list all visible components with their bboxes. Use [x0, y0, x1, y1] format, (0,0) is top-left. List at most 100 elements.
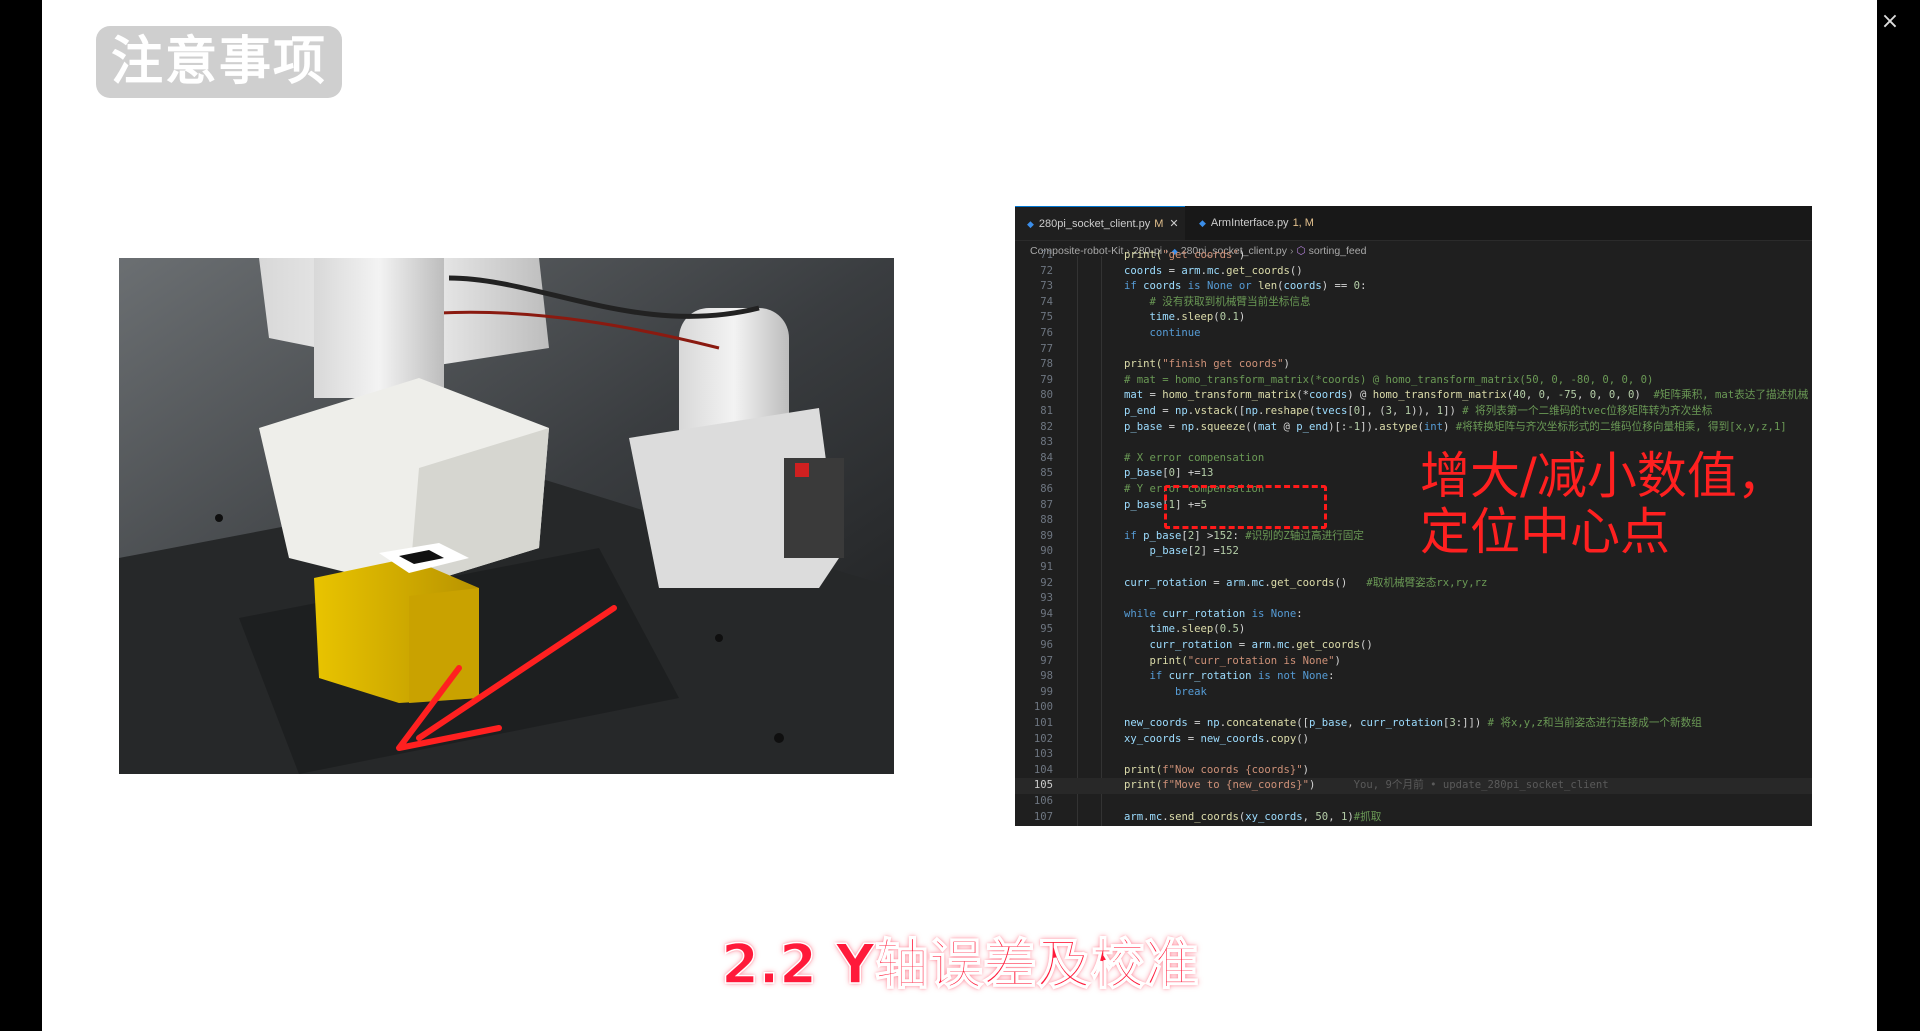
- line-number: 88: [1040, 514, 1053, 527]
- code-line[interactable]: 106: [1015, 794, 1812, 810]
- code-line[interactable]: 100: [1015, 700, 1812, 716]
- code-token: ): [1634, 389, 1654, 402]
- code-line[interactable]: 72 coords = arm.mc.get_coords(): [1015, 264, 1812, 280]
- code-token: while: [1124, 607, 1163, 620]
- code-token: p_end: [1296, 420, 1329, 433]
- line-number: 91: [1040, 561, 1053, 573]
- code-token: print(: [1149, 654, 1188, 667]
- code-line[interactable]: 102 xy_coords = new_coords.copy(): [1015, 732, 1812, 748]
- code-line[interactable]: 77: [1015, 342, 1812, 358]
- code-line[interactable]: 76 continue: [1015, 326, 1812, 342]
- code-line[interactable]: 105 print(f"Move to {new_coords}") You, 9…: [1015, 778, 1812, 794]
- code-line[interactable]: 104 print(f"Now coords {coords}"): [1015, 763, 1812, 779]
- code-line[interactable]: 97 print("curr_rotation is None"): [1015, 654, 1812, 670]
- code-line[interactable]: 73 if coords is None or len(coords) == 0:: [1015, 279, 1812, 295]
- code-text: time.sleep(0.5): [1150, 622, 1246, 638]
- code-line[interactable]: 81 p_end = np.vstack([np.reshape(tvecs[0]…: [1015, 404, 1812, 420]
- code-token: (): [1360, 639, 1373, 651]
- code-text: if p_base[2] >152: #识别的Z轴过高进行固定: [1124, 529, 1364, 545]
- line-number: 107: [1033, 810, 1053, 823]
- tab-280pi-socket-client[interactable]: ◆ 280pi_socket_client.py M ✕: [1015, 206, 1185, 240]
- code-text: print("get coords"): [1124, 248, 1245, 264]
- code-token: print(: [1124, 779, 1163, 792]
- code-token: "curr_rotation is None": [1187, 654, 1335, 667]
- robot-arm-photo: [119, 258, 894, 774]
- code-line[interactable]: 94 while curr_rotation is None:: [1015, 607, 1812, 623]
- line-number: 73: [1040, 280, 1053, 293]
- code-token: curr_rotation: [1162, 607, 1246, 620]
- code-token: ,: [1576, 389, 1590, 402]
- code-token: ,: [1525, 389, 1539, 402]
- code-line[interactable]: 95 time.sleep(0.5): [1015, 622, 1812, 638]
- annotation-line: 定位中心点: [1420, 503, 1670, 561]
- code-token: print(: [1124, 763, 1163, 776]
- code-token: coords: [1283, 280, 1322, 293]
- code-token: :: [1296, 607, 1303, 620]
- code-token: mc: [1149, 810, 1163, 823]
- code-token: =: [1143, 389, 1163, 402]
- code-token: tvecs: [1315, 405, 1348, 417]
- code-line[interactable]: 99 break: [1015, 685, 1812, 701]
- tab-label: 280pi_socket_client.py: [1038, 218, 1151, 230]
- code-text: print("finish get coords"): [1124, 357, 1290, 373]
- code-token: #取机械臂姿态rx,ry,rz: [1366, 576, 1488, 589]
- code-token: ,: [1596, 389, 1609, 402]
- code-text: # mat = homo_transform_matrix(*coords) @…: [1124, 373, 1653, 389]
- code-line[interactable]: 80 mat = homo_transform_matrix(*coords) @…: [1015, 388, 1812, 404]
- code-token: # 将列表第一个二维码的tvec位移矩阵转为齐次坐标: [1462, 405, 1713, 417]
- code-text: xy_coords = new_coords.copy(): [1124, 732, 1309, 748]
- code-token: p_base: [1143, 529, 1182, 542]
- line-number: 104: [1033, 763, 1053, 776]
- code-line[interactable]: 75 time.sleep(0.1): [1015, 310, 1812, 326]
- line-number: 90: [1040, 545, 1053, 558]
- code-text: p_base[2] =152: [1150, 544, 1239, 560]
- code-line[interactable]: 98 if curr_rotation is not None:: [1015, 669, 1812, 685]
- code-text: new_coords = np.concatenate([p_base, cur…: [1124, 716, 1702, 732]
- code-line[interactable]: 79 # mat = homo_transform_matrix(*coords)…: [1015, 373, 1812, 389]
- code-text: curr_rotation = arm.mc.get_coords(): [1150, 638, 1373, 654]
- python-file-icon: ◆: [1027, 219, 1034, 229]
- code-line[interactable]: 91: [1015, 560, 1812, 576]
- line-number: 100: [1033, 701, 1053, 714]
- code-line[interactable]: 96 curr_rotation = arm.mc.get_coords(): [1015, 638, 1812, 654]
- tab-arminterface[interactable]: ◆ ArmInterface.py 1, M: [1187, 206, 1317, 240]
- code-line[interactable]: 103: [1015, 747, 1812, 763]
- code-token: ,: [1615, 389, 1629, 402]
- code-line[interactable]: 82 p_base = np.squeeze((mat @ p_end)[:-1]…: [1015, 420, 1812, 436]
- code-token: # 将x,y,z和当前姿态进行连接成一个新数组: [1487, 717, 1702, 729]
- code-line[interactable]: 74 # 没有获取到机械臂当前坐标信息: [1015, 295, 1812, 311]
- code-token: vstack: [1194, 405, 1233, 417]
- code-line[interactable]: 78 print("finish get coords"): [1015, 357, 1812, 373]
- line-number: 89: [1040, 529, 1053, 542]
- code-token: curr_rotation: [1124, 576, 1207, 589]
- annotation-line: 增大/减小数值，: [1420, 447, 1787, 505]
- code-token: get_coords: [1270, 576, 1335, 589]
- line-number: 101: [1033, 717, 1053, 729]
- code-text: curr_rotation = arm.mc.get_coords() #取机械…: [1124, 576, 1487, 592]
- code-line[interactable]: 101 new_coords = np.concatenate([p_base, …: [1015, 716, 1812, 732]
- code-line[interactable]: 93: [1015, 591, 1812, 607]
- line-number: 80: [1040, 389, 1053, 402]
- code-token: -1: [1347, 420, 1361, 433]
- code-line[interactable]: 92 curr_rotation = arm.mc.get_coords() #取…: [1015, 576, 1812, 592]
- code-token: ) ==: [1321, 280, 1354, 293]
- line-number: 81: [1040, 405, 1053, 417]
- close-icon[interactable]: ✕: [1169, 218, 1178, 230]
- code-token: =: [1162, 420, 1182, 433]
- code-line[interactable]: 71 print("get coords"): [1015, 248, 1812, 264]
- code-token: ] =: [1200, 545, 1220, 558]
- code-text: print(f"Move to {new_coords}") You, 9个月前…: [1124, 778, 1609, 794]
- code-token: is not: [1251, 670, 1303, 683]
- code-line[interactable]: 107 arm.mc.send_coords(xy_coords, 50, 1)#…: [1015, 810, 1812, 826]
- code-token: if: [1149, 670, 1169, 683]
- code-token: astype: [1379, 420, 1418, 433]
- close-icon[interactable]: ×: [1878, 10, 1902, 34]
- code-token: # 没有获取到机械臂当前坐标信息: [1149, 295, 1311, 308]
- code-token: coords: [1124, 264, 1163, 277]
- code-token: sleep: [1181, 311, 1214, 324]
- code-token: You, 9个月前 • update_280pi_socket_client: [1353, 779, 1609, 792]
- code-token: 0.5: [1219, 623, 1239, 636]
- code-token: ): [1238, 623, 1246, 636]
- code-token: print(: [1124, 358, 1163, 371]
- slide-tag: 注意事项: [96, 26, 342, 98]
